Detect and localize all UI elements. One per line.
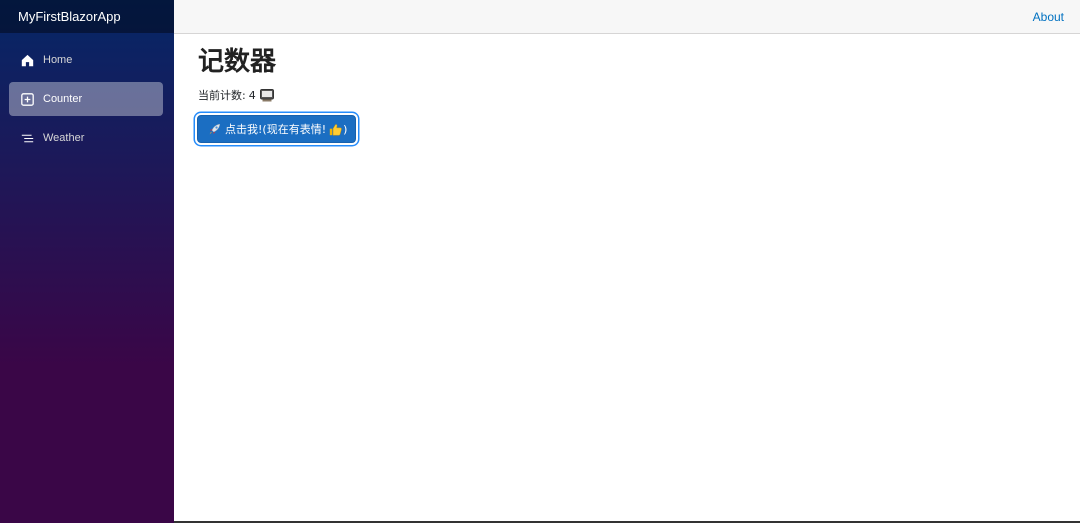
rocket-icon <box>208 123 221 136</box>
nav-menu: Home Counter Weather <box>0 33 174 155</box>
sidebar-item-counter[interactable]: Counter <box>9 82 163 116</box>
sidebar-item-weather[interactable]: Weather <box>9 121 163 155</box>
sidebar-item-label: Weather <box>43 132 85 144</box>
click-me-button[interactable]: 点击我!(现在有表情! ) <box>197 115 357 143</box>
count-status: 当前计数: 4 <box>198 87 356 103</box>
button-label: 点击我!(现在有表情! <box>225 123 327 136</box>
brand-link[interactable]: MyFirstBlazorApp <box>18 9 121 24</box>
thumbs-up-icon <box>329 123 342 136</box>
sidebar: MyFirstBlazorApp Home Counter Weather <box>0 0 174 523</box>
sidebar-item-label: Home <box>43 54 73 66</box>
list-icon <box>21 132 34 145</box>
about-link[interactable]: About <box>1033 10 1064 24</box>
count-label: 当前计数: <box>198 89 246 102</box>
sidebar-item-home[interactable]: Home <box>9 43 163 77</box>
plus-square-icon <box>21 92 34 106</box>
count-value: 4 <box>248 88 256 102</box>
house-icon <box>21 54 34 67</box>
main-content: 记数器 当前计数: 4 点击我!(现在有表情!) <box>197 44 357 143</box>
top-row: About <box>174 0 1080 34</box>
sidebar-item-label: Counter <box>43 93 83 105</box>
brand-bar: MyFirstBlazorApp <box>0 0 174 33</box>
button-label-close: ) <box>343 122 348 136</box>
monitor-icon <box>259 88 274 102</box>
page-title: 记数器 <box>198 47 277 77</box>
